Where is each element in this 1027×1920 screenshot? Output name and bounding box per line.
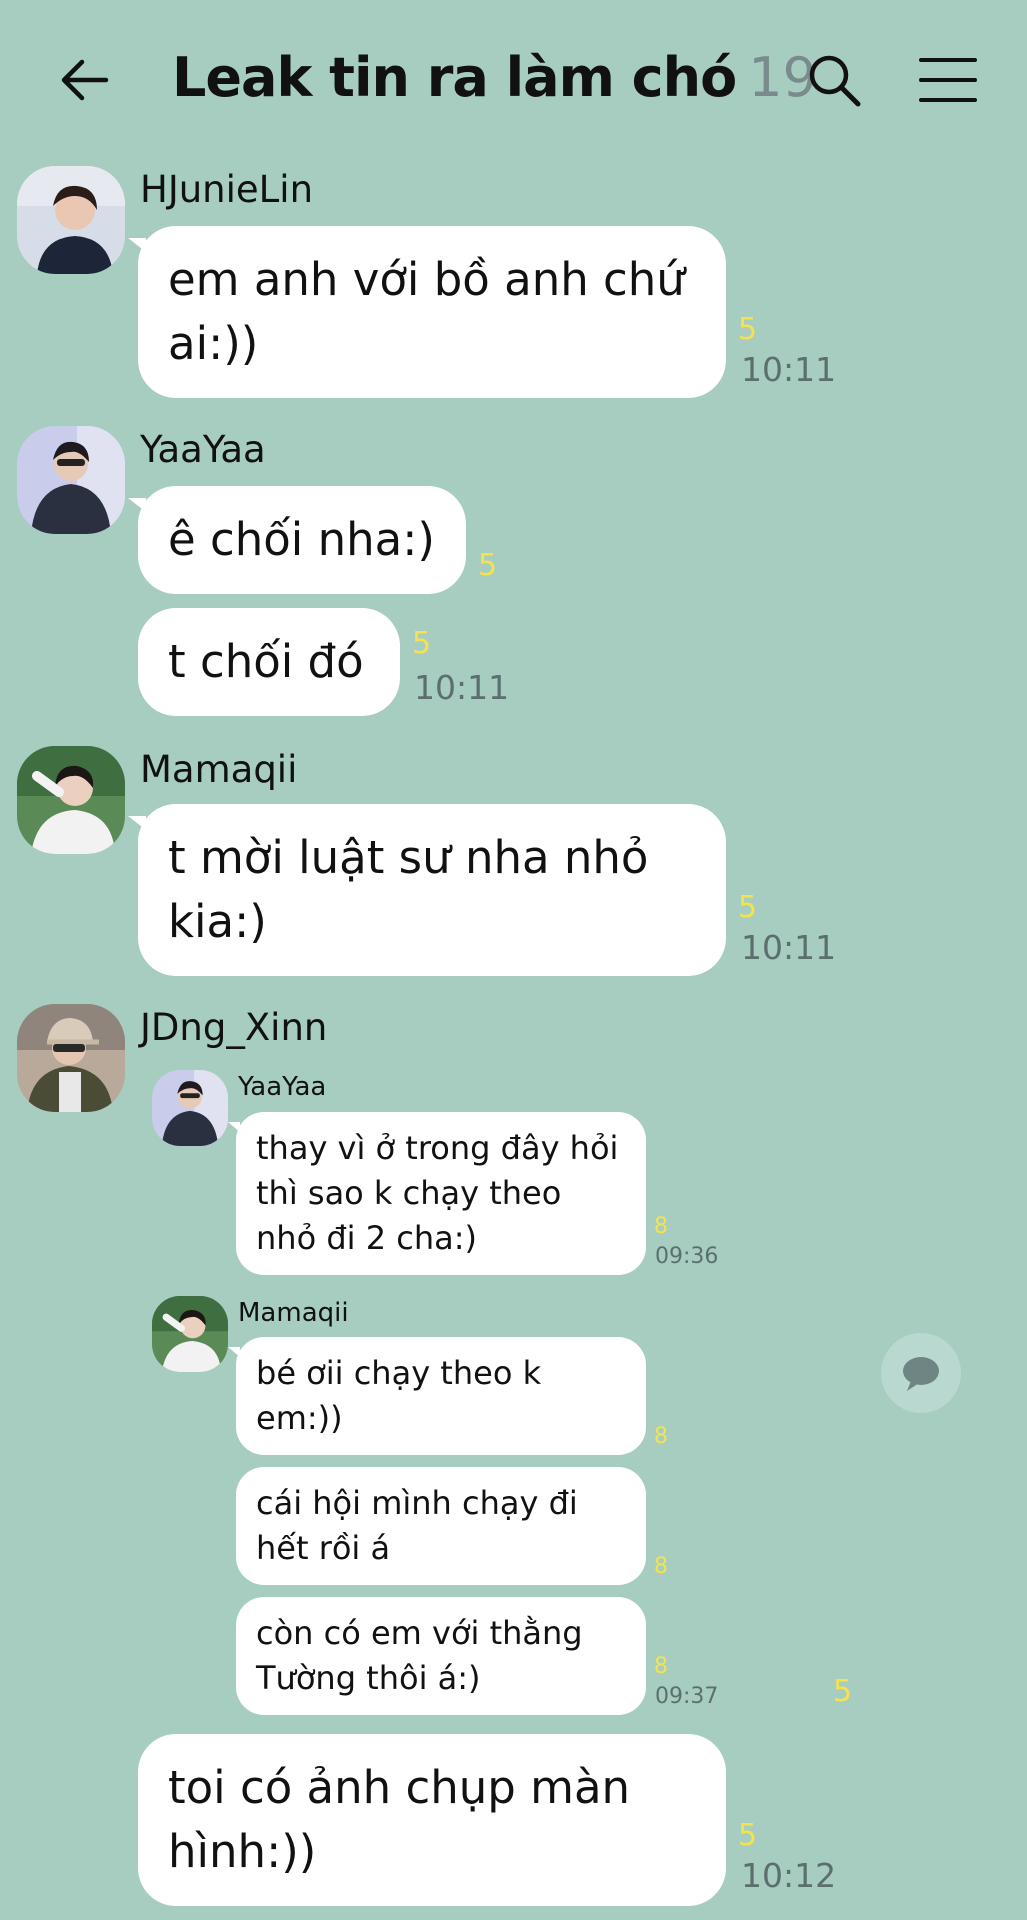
quoted-message-text: bé ơii chạy theo k em:)) — [256, 1354, 542, 1437]
message-time: 10:11 — [741, 350, 837, 389]
speech-bubble-icon — [903, 1357, 939, 1391]
sender-name: HJunieLin — [140, 168, 314, 211]
unread-count: 5 — [738, 1818, 758, 1853]
back-button[interactable] — [56, 52, 112, 108]
avatar-jdng-xinn[interactable] — [17, 1004, 125, 1112]
message-text: ê chối nha:) — [168, 513, 435, 566]
menu-button[interactable] — [918, 56, 978, 104]
quoted-message-text: còn có em với thằng Tường thôi á:) — [256, 1614, 583, 1697]
message-time: 10:12 — [741, 1856, 837, 1895]
unread-count: 8 — [654, 1654, 668, 1679]
quoted-sender-name: YaaYaa — [238, 1072, 327, 1102]
quoted-message-bubble[interactable]: còn có em với thằng Tường thôi á:) — [236, 1597, 646, 1715]
search-button[interactable] — [806, 52, 862, 108]
quoted-avatar-yaayaa — [152, 1070, 228, 1146]
reply-button[interactable] — [881, 1333, 961, 1413]
message-bubble[interactable]: em anh với bồ anh chứ ai:)) — [128, 226, 726, 398]
unread-count: 5 — [412, 626, 432, 661]
quoted-sender-name: Mamaqii — [238, 1298, 349, 1328]
message-text: toi có ảnh chụp màn hình:)) — [168, 1761, 631, 1878]
sender-name: YaaYaa — [140, 428, 266, 471]
sender-name: Mamaqii — [140, 748, 298, 791]
quoted-message-text: cái hội mình chạy đi hết rồi á — [256, 1484, 578, 1567]
unread-count: 8 — [654, 1424, 668, 1449]
message-time: 09:36 — [655, 1244, 719, 1269]
avatar-mamaqii[interactable] — [17, 746, 125, 854]
message-text: em anh với bồ anh chứ ai:)) — [168, 253, 685, 370]
message-time: 10:11 — [414, 668, 510, 707]
message-text: t chối đó — [168, 635, 364, 688]
unread-count: 5 — [478, 548, 498, 583]
search-icon — [809, 55, 861, 107]
quoted-message-bubble[interactable]: thay vì ở trong đây hỏi thì sao k chạy t… — [228, 1112, 646, 1275]
avatar-yaayaa[interactable] — [17, 426, 125, 534]
chat-title: Leak tin ra làm chó 19 — [172, 46, 817, 116]
message-bubble[interactable]: t chối đó — [138, 608, 400, 716]
message-time: 10:11 — [741, 928, 837, 967]
unread-count: 5 — [738, 890, 758, 925]
unread-count: 8 — [654, 1554, 668, 1579]
forward-unread-count: 5 — [833, 1674, 853, 1709]
quoted-message-text: thay vì ở trong đây hỏi thì sao k chạy t… — [256, 1129, 619, 1257]
unread-count: 5 — [738, 312, 758, 347]
quoted-message-bubble[interactable]: bé ơii chạy theo k em:)) — [228, 1337, 646, 1455]
hamburger-menu-icon — [919, 58, 977, 102]
message-time: 09:37 — [655, 1684, 719, 1709]
arrow-left-icon — [61, 59, 109, 101]
message-bubble[interactable]: ê chối nha:) — [128, 486, 466, 594]
message-bubble[interactable]: t mời luật sư nha nhỏ kia:) — [128, 804, 726, 976]
avatar-hjunielin[interactable] — [17, 166, 125, 274]
group-name: Leak tin ra làm chó — [172, 46, 737, 109]
message-text: t mời luật sư nha nhỏ kia:) — [168, 831, 649, 948]
sender-name: JDng_Xinn — [140, 1006, 328, 1049]
unread-count: 8 — [654, 1214, 668, 1239]
message-bubble[interactable]: toi có ảnh chụp màn hình:)) — [138, 1734, 726, 1906]
quoted-avatar-mamaqii — [152, 1296, 228, 1372]
quoted-message-bubble[interactable]: cái hội mình chạy đi hết rồi á — [236, 1467, 646, 1585]
